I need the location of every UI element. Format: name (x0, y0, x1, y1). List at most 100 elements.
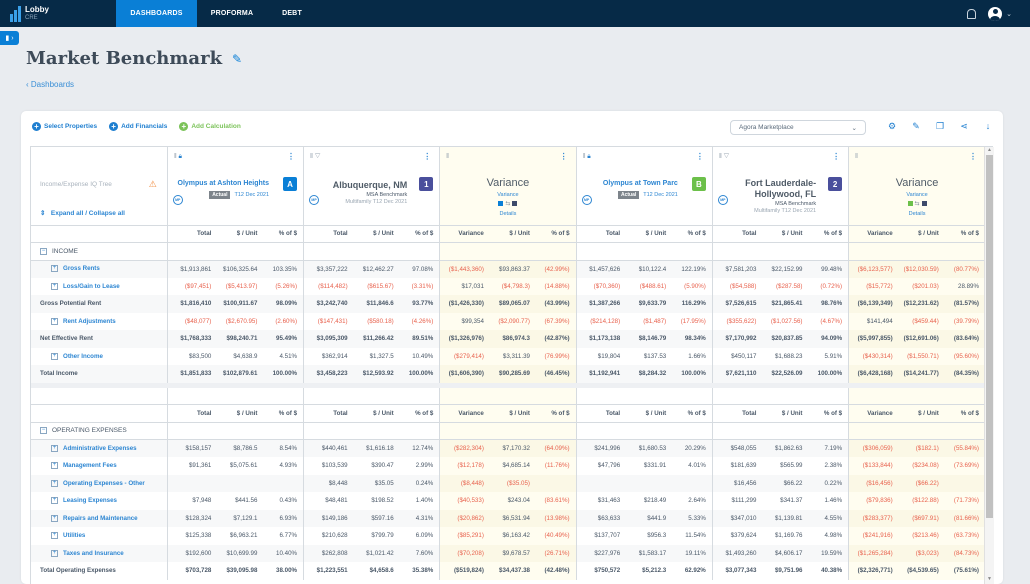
subheader-total[interactable]: Total (575, 404, 627, 423)
subheader-per_unit[interactable]: $ / Unit (489, 404, 536, 423)
tab-proforma[interactable]: PROFORMA (197, 0, 267, 27)
lobby-logo[interactable]: Lobby CRE (0, 0, 116, 27)
row-label[interactable]: + Loss/Gain to Lease (31, 278, 167, 296)
select-properties-button[interactable]: + Select Properties (32, 122, 97, 131)
subheader-pct[interactable]: % of $ (808, 224, 849, 243)
drag-handle-icon[interactable]: ⦀ (855, 153, 858, 160)
subheader-variance[interactable]: Variance (439, 404, 490, 423)
opex-section-toggle[interactable]: − OPERATING EXPENSES (31, 422, 168, 440)
copy-icon[interactable]: ❐ (935, 121, 945, 132)
subheader-total[interactable]: Total (711, 224, 763, 243)
kebab-menu-icon[interactable]: ⋮ (696, 152, 704, 161)
row-label[interactable]: + Gross Rents (31, 260, 168, 278)
download-arrow-icon[interactable]: ↓ (983, 121, 993, 132)
tab-debt[interactable]: DEBT (267, 0, 317, 27)
lock-icon[interactable]: 🔒︎ (587, 153, 590, 160)
kebab-menu-icon[interactable]: ⋮ (560, 152, 568, 161)
kebab-menu-icon[interactable]: ⋮ (832, 152, 840, 161)
row-label-text[interactable]: Loss/Gain to Lease (63, 283, 120, 290)
subheader-per_unit[interactable]: $ / Unit (626, 224, 673, 243)
vertical-scrollbar[interactable]: ▲ ▼ (984, 147, 994, 584)
drag-handle-icon[interactable]: ⦀ (310, 153, 313, 160)
subheader-total[interactable]: Total (711, 404, 763, 423)
row-label-text[interactable]: Other Income (63, 353, 103, 360)
collapse-minus-icon[interactable]: − (40, 247, 47, 255)
variance-swap[interactable]: ⇆ (441, 200, 576, 207)
add-financials-button[interactable]: + Add Financials (109, 122, 167, 131)
subheader-per_unit[interactable]: $ / Unit (489, 224, 536, 243)
subheader-variance[interactable]: Variance (848, 404, 899, 423)
drag-handle-icon[interactable]: ⦀ (583, 153, 586, 160)
expand-plus-icon[interactable]: + (51, 352, 58, 360)
income-section-toggle[interactable]: − INCOME (31, 242, 168, 261)
expand-plus-icon[interactable]: + (51, 479, 58, 487)
expand-plus-icon[interactable]: + (51, 317, 58, 325)
settings-gear-icon[interactable]: ⚙ (887, 121, 897, 132)
kebab-menu-icon[interactable]: ⋮ (969, 152, 977, 161)
subheader-pct[interactable]: % of $ (263, 404, 304, 423)
row-label[interactable]: + Other Income (31, 348, 167, 366)
edit-pencil-icon[interactable]: ✎ (911, 121, 921, 132)
row-label-text[interactable]: Management Fees (63, 462, 117, 469)
row-label[interactable]: + Rent Adjustments (31, 313, 167, 331)
sidebar-toggle-button[interactable]: ▮ › (0, 31, 19, 45)
subheader-per_unit[interactable]: $ / Unit (762, 224, 809, 243)
subheader-total[interactable]: Total (303, 404, 354, 423)
expand-plus-icon[interactable]: + (51, 282, 58, 290)
subheader-per_unit[interactable]: $ / Unit (217, 404, 264, 423)
row-label[interactable]: + Leasing Expenses (31, 492, 167, 510)
row-label[interactable]: + Repairs and Maintenance (31, 509, 168, 527)
variance-details-link[interactable]: Details (850, 211, 985, 217)
row-label[interactable]: + Management Fees (31, 457, 167, 475)
row-label[interactable]: + Taxes and Insurance (31, 544, 168, 562)
kebab-menu-icon[interactable]: ⋮ (423, 152, 431, 161)
subheader-per_unit[interactable]: $ / Unit (898, 224, 945, 243)
subheader-pct[interactable]: % of $ (535, 224, 577, 243)
mp-icon[interactable]: MP (309, 195, 320, 205)
drag-handle-icon[interactable]: ⦀ (719, 153, 722, 160)
subheader-pct[interactable]: % of $ (399, 224, 440, 243)
bell-icon[interactable] (967, 8, 977, 19)
kebab-menu-icon[interactable]: ⋮ (287, 152, 295, 161)
expand-plus-icon[interactable]: + (51, 514, 58, 522)
expand-plus-icon[interactable]: + (51, 497, 58, 505)
subheader-pct[interactable]: % of $ (672, 404, 713, 423)
add-calculation-button[interactable]: + Add Calculation (179, 122, 241, 131)
warning-triangle-icon[interactable]: ⚠ (149, 179, 157, 190)
subheader-per_unit[interactable]: $ / Unit (762, 404, 809, 423)
subheader-pct[interactable]: % of $ (944, 404, 985, 423)
subheader-per_unit[interactable]: $ / Unit (217, 224, 264, 243)
row-label[interactable]: + Utilities (31, 527, 167, 545)
row-label-text[interactable]: Administrative Expenses (63, 445, 137, 452)
row-label-text[interactable]: Taxes and Insurance (63, 550, 124, 557)
subheader-per_unit[interactable]: $ / Unit (898, 404, 945, 423)
row-label-text[interactable]: Repairs and Maintenance (63, 515, 138, 522)
row-label-text[interactable]: Gross Rents (63, 266, 100, 273)
property-name-link[interactable]: Olympus at Town Parc (603, 180, 678, 187)
collapse-minus-icon[interactable]: − (40, 427, 47, 435)
filter-icon[interactable]: ▽ (724, 153, 730, 160)
subheader-per_unit[interactable]: $ / Unit (626, 404, 673, 423)
expand-collapse-all-link[interactable]: ⇕ Expand all / Collapse all (40, 209, 125, 217)
subheader-pct[interactable]: % of $ (944, 224, 985, 243)
variance-details-link[interactable]: Details (441, 211, 576, 217)
subheader-variance[interactable]: Variance (848, 224, 899, 243)
marketplace-select[interactable]: Agora Marketplace ⌄ (730, 120, 866, 135)
subheader-total[interactable]: Total (303, 224, 354, 243)
subheader-total[interactable]: Total (575, 224, 627, 243)
edit-title-pencil-icon[interactable]: ✎ (232, 52, 242, 66)
lock-icon[interactable]: 🔒︎ (178, 153, 181, 160)
expand-plus-icon[interactable]: + (51, 265, 58, 273)
scrollbar-thumb[interactable] (986, 155, 993, 518)
expand-plus-icon[interactable]: + (51, 532, 58, 540)
subheader-pct[interactable]: % of $ (808, 404, 849, 423)
scroll-up-arrow-icon[interactable]: ▲ (987, 147, 992, 153)
back-to-dashboards-link[interactable]: ‹ Dashboards (26, 80, 74, 89)
subheader-pct[interactable]: % of $ (263, 224, 304, 243)
variance-swap[interactable]: ⇆ (850, 200, 985, 207)
expand-plus-icon[interactable]: + (51, 462, 58, 470)
row-label-text[interactable]: Utilities (63, 532, 85, 539)
filter-icon[interactable]: ▽ (315, 153, 321, 160)
subheader-per_unit[interactable]: $ / Unit (353, 224, 400, 243)
subheader-per_unit[interactable]: $ / Unit (353, 404, 400, 423)
